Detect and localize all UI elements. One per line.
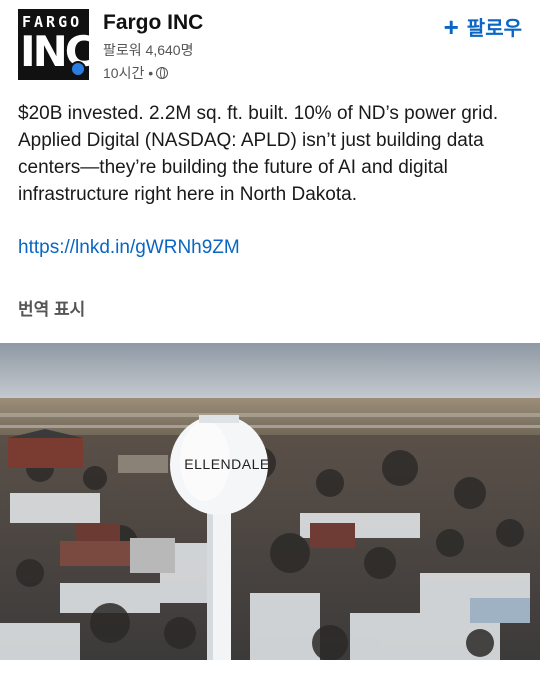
post-header: FARGO INC! Fargo INC 팔로워 4,640명 10시간 • +… [0, 0, 540, 92]
post-time: 10시간 • [103, 65, 154, 81]
follow-button[interactable]: + 팔로우 [444, 12, 522, 41]
follow-label: 팔로우 [466, 18, 522, 40]
post-image[interactable]: ELLENDALE [0, 343, 540, 660]
company-logo[interactable]: FARGO INC! [18, 9, 89, 80]
follower-count: 팔로워 4,640명 [103, 42, 194, 58]
author-name[interactable]: Fargo INC [103, 11, 203, 35]
translate-button[interactable]: 번역 표시 [18, 295, 85, 320]
post-meta: 10시간 • [103, 63, 169, 83]
town-photo: ELLENDALE [0, 343, 540, 660]
status-badge-icon [70, 61, 86, 77]
globe-icon [156, 67, 169, 79]
post-link[interactable]: https://lnkd.in/gWRNh9ZM [18, 237, 240, 259]
post-text: $20B invested. 2.2M sq. ft. built. 10% o… [18, 103, 499, 205]
tower-text: ELLENDALE [184, 456, 269, 472]
plus-icon: + [443, 11, 459, 42]
